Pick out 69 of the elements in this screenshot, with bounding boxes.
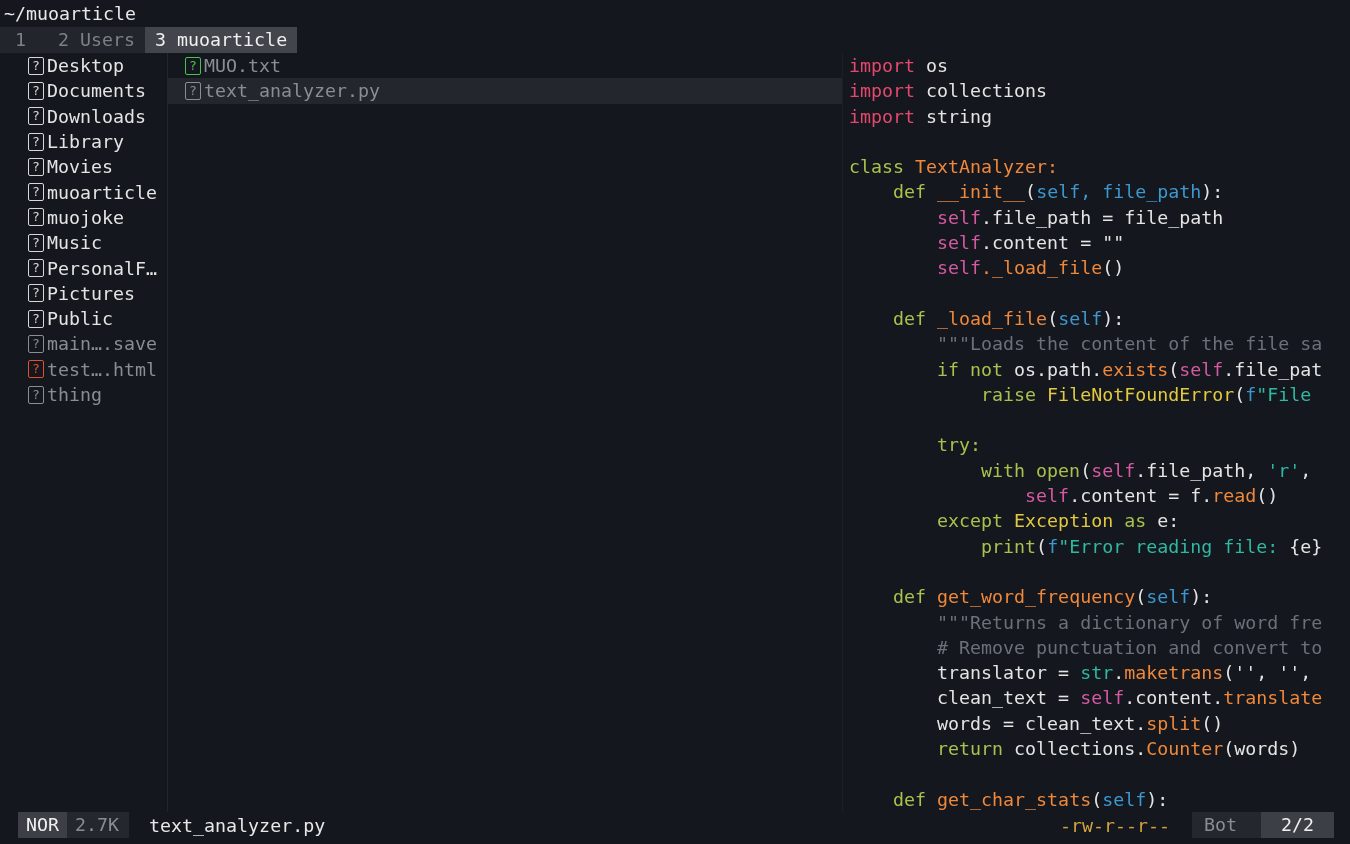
code-line: self.file_path = file_path bbox=[936, 205, 1225, 230]
code-line: import string bbox=[849, 104, 994, 129]
unknown-file-icon: ? bbox=[28, 157, 44, 176]
file-name[interactable]: Downloads bbox=[47, 105, 147, 127]
unknown-file-icon: ? bbox=[28, 81, 44, 100]
file-name[interactable]: muoarticle bbox=[47, 181, 158, 203]
unknown-file-icon: ? bbox=[28, 259, 44, 277]
file-name[interactable]: Movies bbox=[47, 156, 114, 178]
code-line: import os bbox=[849, 54, 950, 78]
code-line: import collections bbox=[849, 79, 1049, 104]
file-name: text_analyzer.py bbox=[204, 80, 381, 102]
file-name[interactable]: test….html bbox=[47, 358, 158, 380]
permissions: -rw-r--r-- bbox=[1059, 814, 1170, 836]
unknown-file-icon: ? bbox=[28, 56, 44, 75]
code-line: self.content = f.read() bbox=[1024, 484, 1280, 509]
file-size: 2.7K bbox=[67, 812, 130, 838]
unknown-file-icon: ? bbox=[28, 107, 44, 126]
unknown-file-icon: ? bbox=[28, 284, 44, 303]
file-name[interactable]: Music bbox=[47, 232, 103, 254]
code-line: except Exception as e: bbox=[936, 509, 1181, 534]
code-line: def _load_file(self): bbox=[892, 306, 1126, 331]
code-line: # Remove punctuation and convert to bbox=[936, 635, 1324, 660]
mode-indicator: NOR bbox=[18, 812, 68, 838]
unknown-file-icon: ? bbox=[28, 309, 44, 328]
code-line: self._load_file() bbox=[936, 256, 1126, 281]
file-name[interactable]: Public bbox=[47, 308, 114, 330]
file-name[interactable]: thing bbox=[47, 384, 103, 405]
code-line: class TextAnalyzer: bbox=[849, 155, 1060, 180]
unknown-file-icon: ? bbox=[28, 360, 44, 379]
unknown-file-icon: ? bbox=[28, 334, 44, 353]
file-row[interactable]: ? MUO.txt bbox=[168, 53, 842, 79]
unknown-file-icon: ? bbox=[185, 81, 201, 100]
tab[interactable]: 2 Users bbox=[48, 27, 146, 53]
unknown-file-icon: ? bbox=[185, 56, 201, 75]
code-line: if not os.path.exists(self.file_pat bbox=[936, 357, 1324, 382]
file-name[interactable]: Desktop bbox=[47, 55, 125, 77]
code-line: try: bbox=[936, 433, 983, 458]
code-line: raise FileNotFoundError(f"File bbox=[980, 382, 1313, 407]
unknown-file-icon: ? bbox=[28, 385, 44, 404]
file-name[interactable]: muojoke bbox=[47, 206, 125, 228]
code-line: self.content = "" bbox=[936, 231, 1126, 256]
file-name[interactable]: Pictures bbox=[47, 282, 136, 304]
unknown-file-icon: ? bbox=[28, 183, 44, 202]
scroll-position: Bot bbox=[1191, 812, 1261, 838]
tab[interactable]: 3 muoarticle bbox=[145, 27, 298, 53]
code-line: with open(self.file_path, 'r', bbox=[980, 458, 1313, 483]
code-line: return collections.Counter(words) bbox=[936, 737, 1302, 761]
unknown-file-icon: ? bbox=[28, 132, 44, 151]
current-path: ~/muoarticle bbox=[3, 2, 138, 26]
code-line: def get_char_stats(self): bbox=[892, 787, 1170, 812]
file-name: MUO.txt bbox=[204, 55, 282, 77]
file-name[interactable]: main….save bbox=[47, 333, 158, 355]
file-row[interactable]: ? text_analyzer.py bbox=[168, 78, 842, 104]
file-name[interactable]: Library bbox=[47, 131, 125, 153]
code-line: """Returns a dictionary of word fre bbox=[936, 610, 1324, 635]
code-line: def get_word_frequency(self): bbox=[892, 585, 1214, 610]
item-count: 2/2 bbox=[1260, 812, 1334, 838]
code-line: def __init__(self, file_path): bbox=[892, 180, 1225, 205]
unknown-file-icon: ? bbox=[28, 208, 44, 227]
unknown-file-icon: ? bbox=[28, 233, 44, 252]
tab[interactable]: 1 bbox=[0, 27, 48, 53]
file-name: text_analyzer.py bbox=[149, 814, 326, 836]
file-name[interactable]: PersonalF… bbox=[47, 257, 158, 279]
file-name[interactable]: Documents bbox=[47, 80, 147, 102]
code-line: print(f"Error reading file: {e} bbox=[980, 534, 1324, 559]
code-line: clean_text = self.content.translate bbox=[936, 686, 1324, 711]
code-line: words = clean_text.split() bbox=[936, 711, 1225, 736]
code-line: translator = str.maketrans('', '', bbox=[936, 661, 1313, 686]
code-line: """Loads the content of the file sa bbox=[936, 332, 1324, 357]
